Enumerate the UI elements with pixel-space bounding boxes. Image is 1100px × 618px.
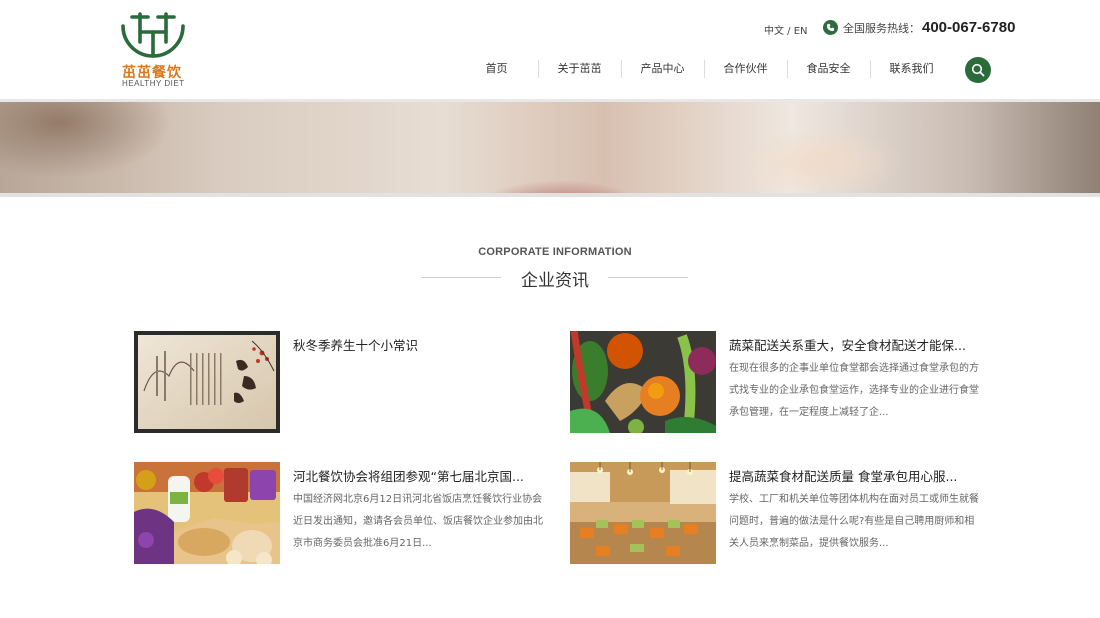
nav-item-products[interactable]: 产品中心 — [621, 57, 704, 81]
language-switch[interactable]: 中文 / EN — [764, 22, 808, 37]
nav-item-food-safety[interactable]: 食品安全 — [787, 57, 870, 81]
logo-text-en: HEALTHY DIET — [122, 79, 185, 88]
main-nav: 首页 关于茁茁 产品中心 合作伙伴 食品安全 联系我们 — [455, 57, 953, 81]
site-header: 茁茁餐饮 HEALTHY DIET 中文 / EN 全国服务热线： 400-06… — [0, 0, 1100, 99]
section-title-cn: 企业资讯 — [521, 271, 589, 291]
search-icon — [971, 63, 985, 77]
news-thumbnail[interactable] — [134, 462, 280, 564]
news-title[interactable]: 河北餐饮协会将组团参观“第七届北京国... — [293, 466, 524, 485]
news-item[interactable]: 秋冬季养生十个小常识 — [134, 331, 544, 435]
news-title[interactable]: 提高蔬菜食材配送质量 食堂承包用心服... — [729, 466, 957, 485]
news-title[interactable]: 秋冬季养生十个小常识 — [293, 335, 418, 354]
news-item[interactable]: 提高蔬菜食材配送质量 食堂承包用心服... 学校、工厂和机关单位等团体机构在面对… — [570, 462, 980, 566]
news-thumbnail[interactable] — [570, 462, 716, 564]
news-description: 在现在很多的企事业单位食堂都会选择通过食堂承包的方式找专业的企业承包食堂运作，选… — [729, 363, 979, 418]
news-thumbnail[interactable] — [570, 331, 716, 433]
nav-item-home[interactable]: 首页 — [455, 57, 538, 81]
section-divider-right — [608, 277, 688, 278]
hotline-label: 全国服务热线： — [843, 21, 920, 35]
logo-sprout-icon — [121, 12, 185, 58]
nav-item-partners[interactable]: 合作伙伴 — [704, 57, 787, 81]
news-description: 学校、工厂和机关单位等团体机构在面对员工或师生就餐问题时，普遍的做法是什么呢?有… — [729, 494, 979, 549]
news-title[interactable]: 蔬菜配送关系重大，安全食材配送才能保... — [729, 335, 966, 354]
news-item[interactable]: 河北餐饮协会将组团参观“第七届北京国... 中国经济网北京6月12日讯河北省饭店… — [134, 462, 544, 566]
section-title-en: CORPORATE INFORMATION — [478, 246, 632, 258]
search-button[interactable] — [965, 57, 991, 83]
hotline: 全国服务热线： 400-067-6780 — [823, 19, 1015, 36]
news-description: 中国经济网北京6月12日讯河北省饭店烹饪餐饮行业协会近日发出通知，邀请各会员单位… — [293, 494, 543, 549]
nav-item-about[interactable]: 关于茁茁 — [538, 57, 621, 81]
hotline-number[interactable]: 400-067-6780 — [922, 19, 1015, 36]
site-logo[interactable]: 茁茁餐饮 HEALTHY DIET — [118, 12, 188, 88]
news-thumbnail[interactable] — [134, 331, 280, 433]
news-item[interactable]: 蔬菜配送关系重大，安全食材配送才能保... 在现在很多的企事业单位食堂都会选择通… — [570, 331, 980, 435]
phone-icon — [823, 20, 838, 35]
banner-image — [0, 99, 1100, 197]
nav-item-contact[interactable]: 联系我们 — [870, 57, 953, 81]
